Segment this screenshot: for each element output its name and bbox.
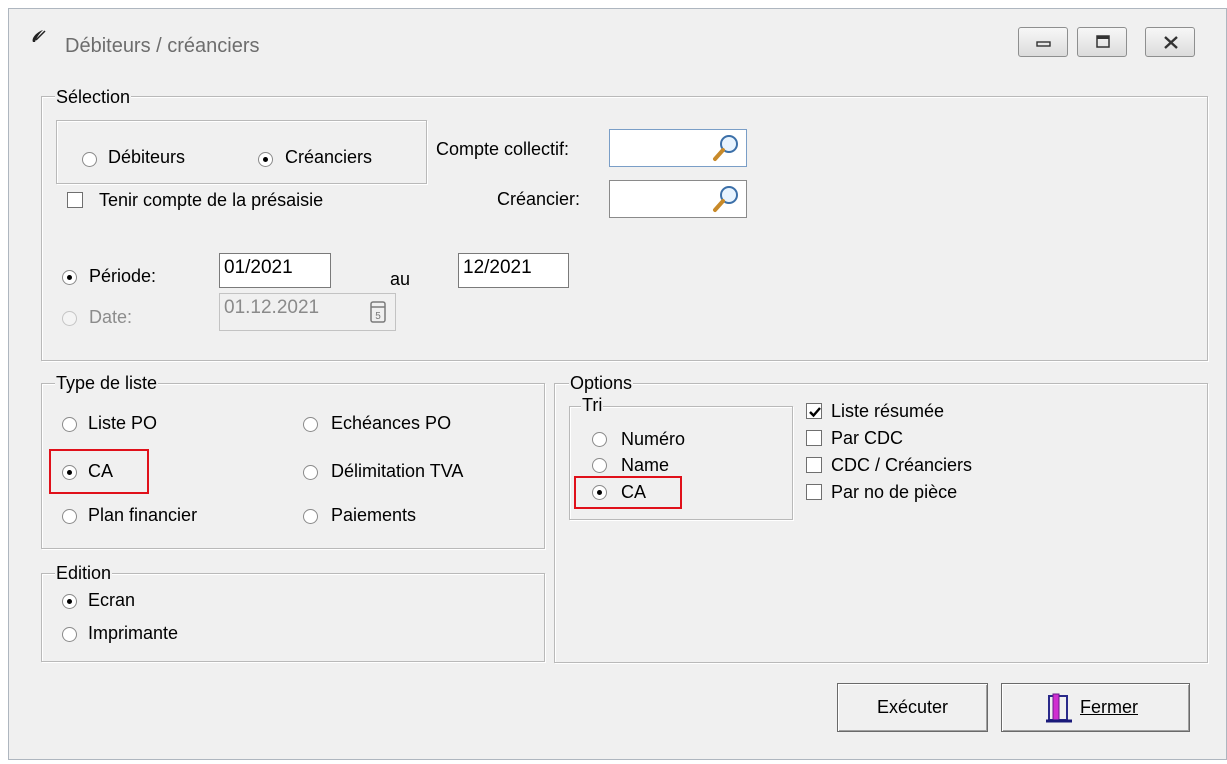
label-creancier: Créancier: bbox=[497, 189, 581, 209]
label-plan-financier: Plan financier bbox=[88, 505, 198, 525]
window-title: Débiteurs / créanciers bbox=[65, 35, 260, 57]
checkbox-par-no-piece[interactable] bbox=[806, 484, 822, 500]
search-icon[interactable] bbox=[710, 132, 742, 164]
label-tri-name: Name bbox=[621, 455, 670, 475]
radio-tri-name[interactable] bbox=[592, 458, 607, 473]
label-cdc-creanciers: CDC / Créanciers bbox=[831, 455, 973, 475]
minimize-icon bbox=[1036, 41, 1051, 47]
checkbox-presaisie[interactable] bbox=[67, 192, 83, 208]
label-par-cdc: Par CDC bbox=[831, 428, 904, 448]
label-liste-po: Liste PO bbox=[88, 413, 158, 433]
radio-plan-financier[interactable] bbox=[62, 509, 77, 524]
title-bar: Débiteurs / créanciers bbox=[9, 9, 1226, 81]
close-button[interactable] bbox=[1145, 27, 1195, 57]
checkmark-icon bbox=[809, 407, 821, 418]
checkbox-cdc-creanciers[interactable] bbox=[806, 457, 822, 473]
search-icon[interactable] bbox=[710, 183, 742, 215]
label-periode: Période: bbox=[89, 266, 157, 286]
options-legend: Options bbox=[569, 373, 634, 393]
label-delimitation-tva: Délimitation TVA bbox=[331, 461, 464, 481]
exit-door-icon bbox=[1046, 693, 1072, 723]
radio-liste-po[interactable] bbox=[62, 417, 77, 432]
restore-icon bbox=[1096, 35, 1110, 48]
calendar-icon: 5 bbox=[370, 301, 386, 323]
tri-legend: Tri bbox=[581, 395, 604, 415]
radio-ecran[interactable] bbox=[62, 594, 77, 609]
label-tri-numero: Numéro bbox=[621, 429, 686, 449]
checkbox-par-cdc[interactable] bbox=[806, 430, 822, 446]
label-paiements: Paiements bbox=[331, 505, 417, 525]
radio-debiteurs[interactable] bbox=[82, 152, 97, 167]
radio-creanciers[interactable] bbox=[258, 152, 273, 167]
app-pen-icon bbox=[32, 30, 46, 42]
edition-group bbox=[41, 573, 545, 662]
radio-imprimante[interactable] bbox=[62, 627, 77, 642]
radio-echeances-po[interactable] bbox=[303, 417, 318, 432]
restore-button[interactable] bbox=[1077, 27, 1127, 57]
execute-label: Exécuter bbox=[876, 697, 949, 717]
edition-legend: Edition bbox=[55, 563, 113, 583]
type-liste-legend: Type de liste bbox=[55, 373, 159, 393]
highlight-box-tri-ca bbox=[574, 476, 682, 509]
radio-delimitation-tva[interactable] bbox=[303, 465, 318, 480]
label-presaisie: Tenir compte de la présaisie bbox=[99, 190, 324, 210]
radio-date bbox=[62, 311, 77, 326]
radio-tri-numero[interactable] bbox=[592, 432, 607, 447]
label-par-no-piece: Par no de pièce bbox=[831, 482, 958, 502]
dialog-window: Débiteurs / créanciers Sélection Débiteu… bbox=[8, 8, 1227, 760]
creancier-input[interactable] bbox=[609, 180, 747, 218]
close-window-button[interactable]: Fermer bbox=[1001, 683, 1190, 732]
radio-paiements[interactable] bbox=[303, 509, 318, 524]
label-echeances-po: Echéances PO bbox=[331, 413, 452, 433]
periode-to-input[interactable]: 12/2021 bbox=[458, 253, 569, 288]
label-date: Date: bbox=[89, 307, 133, 327]
label-debiteurs: Débiteurs bbox=[108, 147, 186, 167]
selection-legend: Sélection bbox=[55, 87, 132, 107]
label-liste-resumee: Liste résumée bbox=[831, 401, 945, 421]
label-imprimante: Imprimante bbox=[88, 623, 179, 643]
label-ecran: Ecran bbox=[88, 590, 136, 610]
close-icon bbox=[1164, 36, 1178, 49]
label-au: au bbox=[390, 269, 411, 289]
highlight-box-type-ca bbox=[49, 449, 149, 494]
compte-collectif-input[interactable] bbox=[609, 129, 747, 167]
minimize-button[interactable] bbox=[1018, 27, 1068, 57]
label-creanciers: Créanciers bbox=[285, 147, 373, 167]
checkbox-liste-resumee[interactable] bbox=[806, 403, 822, 419]
date-input: 01.12.2021 5 bbox=[219, 293, 396, 331]
label-compte-collectif: Compte collectif: bbox=[436, 139, 570, 159]
periode-from-input[interactable]: 01/2021 bbox=[219, 253, 331, 288]
date-value: 01.12.2021 bbox=[224, 297, 320, 318]
radio-periode[interactable] bbox=[62, 270, 77, 285]
svg-text:5: 5 bbox=[375, 311, 381, 322]
execute-button[interactable]: Exécuter bbox=[837, 683, 988, 732]
close-label: Fermer bbox=[1080, 697, 1138, 717]
